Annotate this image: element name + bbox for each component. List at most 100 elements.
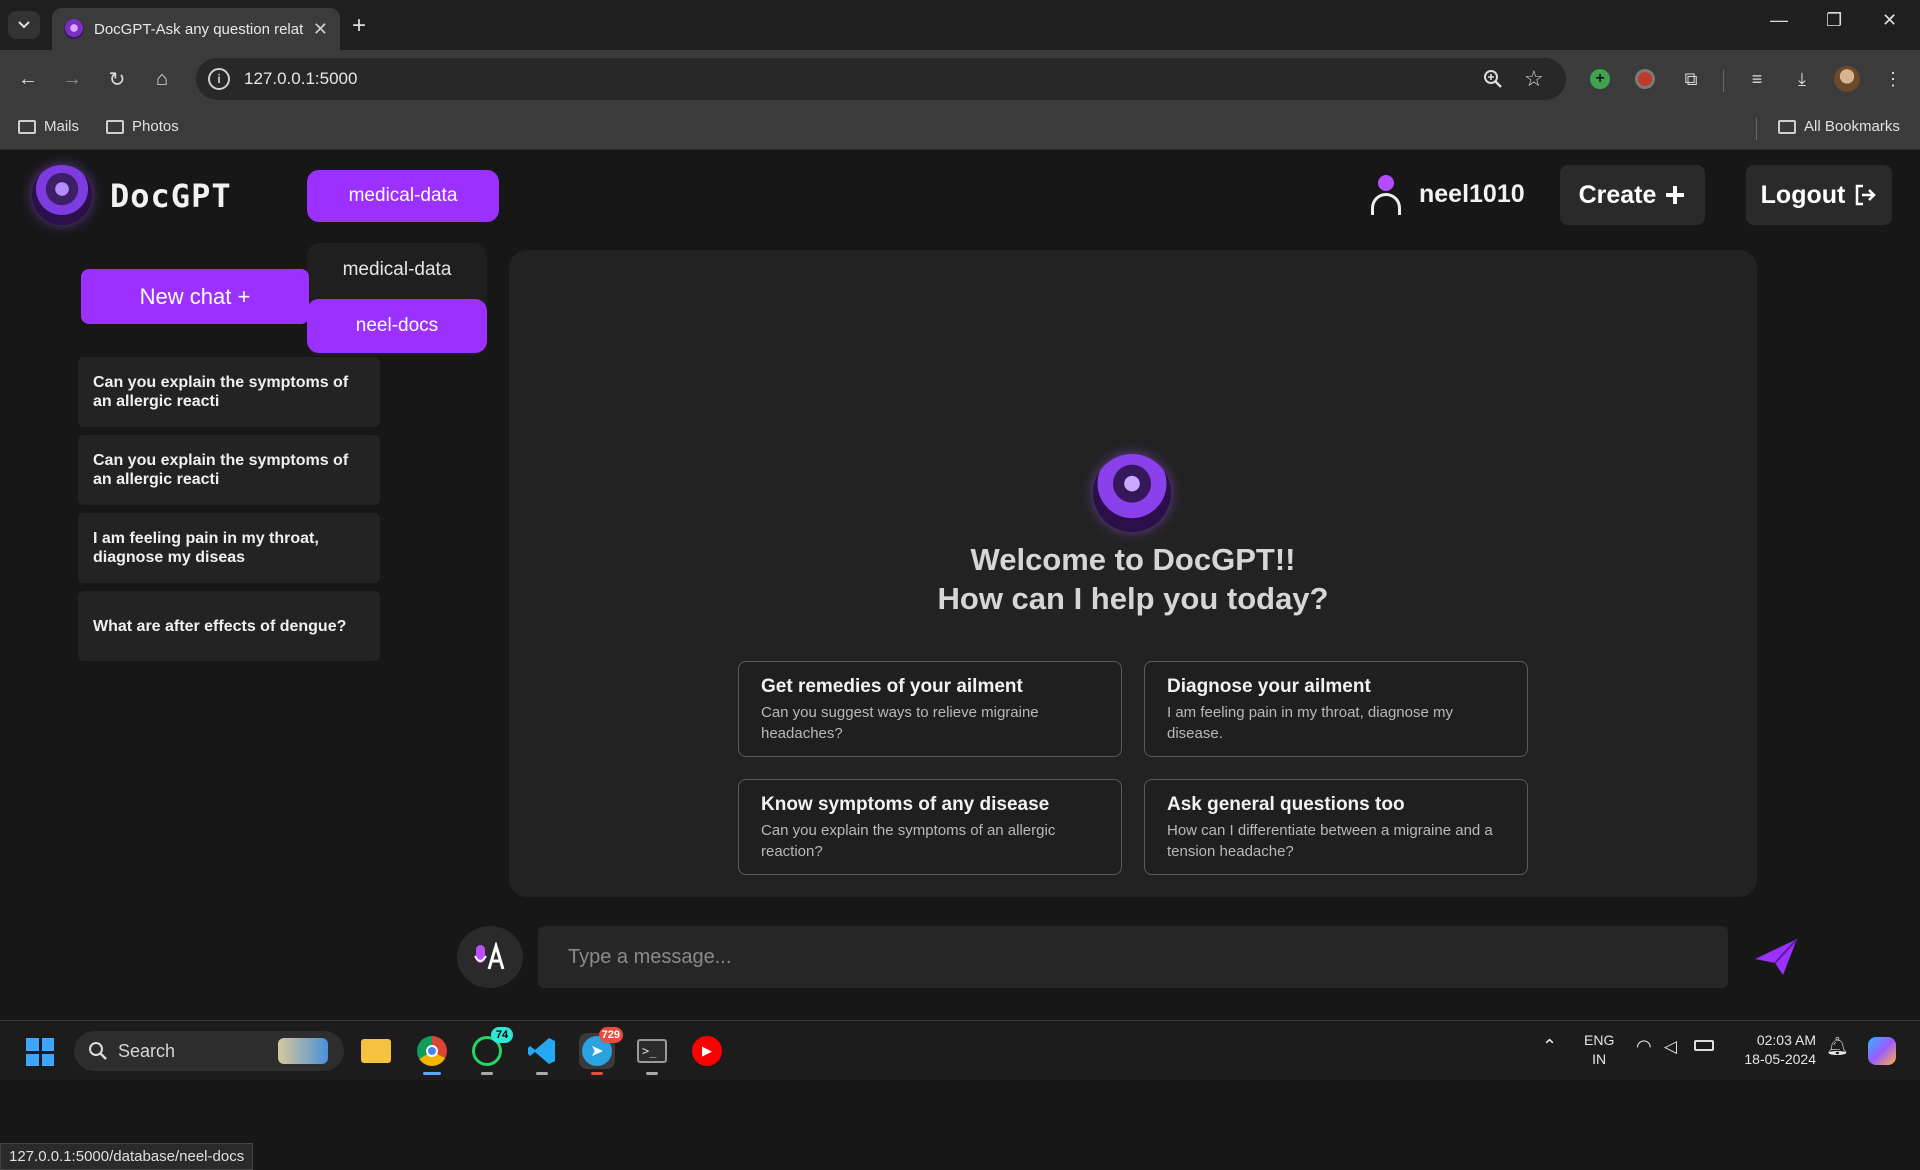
bookmarks-bar: Mails Photos All Bookmarks [0, 108, 1920, 150]
profile-avatar[interactable] [1834, 66, 1860, 92]
welcome-line-2: How can I help you today? [937, 581, 1329, 616]
create-button[interactable]: Create [1560, 165, 1705, 225]
history-item[interactable]: Can you explain the symptoms of an aller… [78, 357, 380, 427]
folder-icon [18, 119, 36, 134]
zoom-icon[interactable] [1482, 68, 1504, 90]
card-subtitle: How can I differentiate between a migrai… [1167, 822, 1493, 860]
suggestion-card-diagnose[interactable]: Diagnose your ailment I am feeling pain … [1144, 661, 1528, 757]
copilot-icon[interactable] [1864, 1033, 1900, 1069]
suggestion-card-symptoms[interactable]: Know symptoms of any disease Can you exp… [738, 779, 1122, 875]
clock-date: 18-05-2024 [1744, 1051, 1816, 1067]
bookmark-star-icon[interactable]: ☆ [1524, 66, 1544, 92]
plus-icon [1666, 186, 1685, 204]
bot-avatar-icon [1093, 454, 1171, 532]
card-title: Diagnose your ailment [1167, 676, 1371, 697]
clock[interactable]: 02:03 AM 18-05-2024 [1736, 1031, 1816, 1069]
battery-icon[interactable] [1694, 1037, 1714, 1056]
reload-icon[interactable]: ↻ [102, 64, 132, 94]
extensions-puzzle-icon[interactable]: ⧉ [1678, 66, 1704, 92]
send-button[interactable] [1750, 931, 1802, 983]
new-chat-button[interactable]: New chat + [81, 269, 309, 324]
volume-icon[interactable]: ◁ [1664, 1037, 1677, 1056]
tab-title: DocGPT-Ask any question relat [94, 20, 304, 38]
logout-button[interactable]: Logout [1746, 165, 1892, 225]
bookmark-label: Mails [44, 118, 80, 135]
terminal-icon[interactable]: >_ [634, 1033, 670, 1075]
notification-bell-icon[interactable]: 🔔︎ [1826, 1037, 1849, 1056]
search-icon [89, 1042, 107, 1060]
bookmarks-divider [1756, 118, 1757, 140]
extension-green-icon[interactable]: + [1587, 66, 1613, 92]
send-icon [1755, 938, 1798, 975]
file-explorer-icon[interactable] [358, 1033, 394, 1069]
card-subtitle: I am feeling pain in my throat, diagnose… [1167, 704, 1453, 742]
vscode-logo-icon [528, 1038, 555, 1064]
whatsapp-icon[interactable]: 74 [469, 1027, 513, 1075]
search-label: Search [118, 1040, 176, 1061]
language-line-2: IN [1592, 1051, 1607, 1067]
download-icon[interactable]: ⤓ [1789, 66, 1815, 92]
link-status-tooltip: 127.0.0.1:5000/database/neel-docs [0, 1143, 254, 1170]
folder-icon [106, 119, 124, 134]
bookmark-mails[interactable]: Mails [18, 118, 79, 135]
card-title: Get remedies of your ailment [761, 676, 1023, 697]
card-subtitle: Can you suggest ways to relieve migraine… [761, 704, 1039, 742]
voice-input-button[interactable] [457, 926, 523, 988]
new-tab-button[interactable]: + [352, 12, 366, 40]
chrome-icon[interactable] [414, 1033, 450, 1075]
welcome-message: Welcome to DocGPT!! How can I help you t… [509, 540, 1757, 618]
browser-menu-icon[interactable]: ⋮ [1880, 66, 1906, 92]
media-control-icon[interactable]: ≡ [1744, 66, 1770, 92]
history-item[interactable]: What are after effects of dengue? [78, 591, 380, 661]
all-bookmarks[interactable]: All Bookmarks [1778, 118, 1900, 135]
chat-history-list: Can you explain the symptoms of an aller… [78, 357, 380, 669]
message-input[interactable] [538, 926, 1728, 988]
home-icon[interactable]: ⌂ [147, 64, 177, 94]
back-icon[interactable]: ← [13, 64, 43, 94]
browser-toolbar: ← → ↻ ⌂ i 127.0.0.1:5000 ☆ + ⧉ ≡ ⤓ ⋮ [0, 50, 1920, 108]
card-title: Ask general questions too [1167, 794, 1405, 815]
bookmark-label: Photos [132, 118, 179, 135]
browser-tab-active[interactable]: DocGPT-Ask any question relat ✕ [52, 8, 340, 50]
windows-start-icon[interactable] [26, 1038, 54, 1066]
telegram-badge: 729 [598, 1027, 623, 1043]
dropdown-option-neel-docs[interactable]: neel-docs [307, 299, 487, 353]
address-bar[interactable]: i 127.0.0.1:5000 ☆ [196, 58, 1566, 100]
language-indicator[interactable]: ENG IN [1584, 1031, 1614, 1069]
tab-search-button[interactable] [8, 11, 40, 39]
mic-icon [474, 942, 505, 970]
card-subtitle: Can you explain the symptoms of an aller… [761, 822, 1056, 860]
clock-time: 02:03 AM [1756, 1032, 1816, 1048]
card-title: Know symptoms of any disease [761, 794, 1050, 815]
suggestion-card-general[interactable]: Ask general questions too How can I diff… [1144, 779, 1528, 875]
site-info-icon[interactable]: i [208, 68, 230, 90]
url-text: 127.0.0.1:5000 [244, 69, 358, 88]
logout-label: Logout [1760, 180, 1846, 209]
taskbar-search[interactable]: Search [74, 1031, 344, 1071]
browser-tab-bar: DocGPT-Ask any question relat ✕ + — ❐ ✕ [0, 0, 1920, 50]
toolbar-divider [1723, 70, 1724, 92]
close-window-icon[interactable]: ✕ [1882, 10, 1897, 31]
docgpt-logo-icon [32, 165, 92, 225]
minimize-icon[interactable]: — [1770, 10, 1788, 31]
forward-icon[interactable]: → [57, 64, 87, 94]
history-item[interactable]: I am feeling pain in my throat, diagnose… [78, 513, 380, 583]
suggestion-card-remedies[interactable]: Get remedies of your ailment Can you sug… [738, 661, 1122, 757]
welcome-line-1: Welcome to DocGPT!! [970, 542, 1296, 577]
restore-icon[interactable]: ❐ [1826, 10, 1842, 31]
chevron-down-icon [18, 21, 30, 29]
youtube-music-icon[interactable]: ▶ [689, 1033, 725, 1069]
wifi-icon[interactable]: ◠ [1636, 1037, 1652, 1056]
telegram-icon[interactable]: ➤ 729 [579, 1027, 623, 1075]
extension-red-icon[interactable] [1632, 66, 1658, 92]
logout-icon [1856, 184, 1877, 206]
database-dropdown: medical-data neel-docs [307, 243, 487, 355]
tab-close-icon[interactable]: ✕ [313, 19, 328, 40]
database-select[interactable]: medical-data [307, 170, 499, 222]
dropdown-option-medical-data[interactable]: medical-data [307, 243, 487, 297]
vscode-icon[interactable] [524, 1033, 560, 1075]
tray-overflow-icon[interactable]: ⌃ [1542, 1037, 1557, 1056]
history-item[interactable]: Can you explain the symptoms of an aller… [78, 435, 380, 505]
username: neel1010 [1419, 180, 1525, 208]
bookmark-photos[interactable]: Photos [106, 118, 179, 135]
